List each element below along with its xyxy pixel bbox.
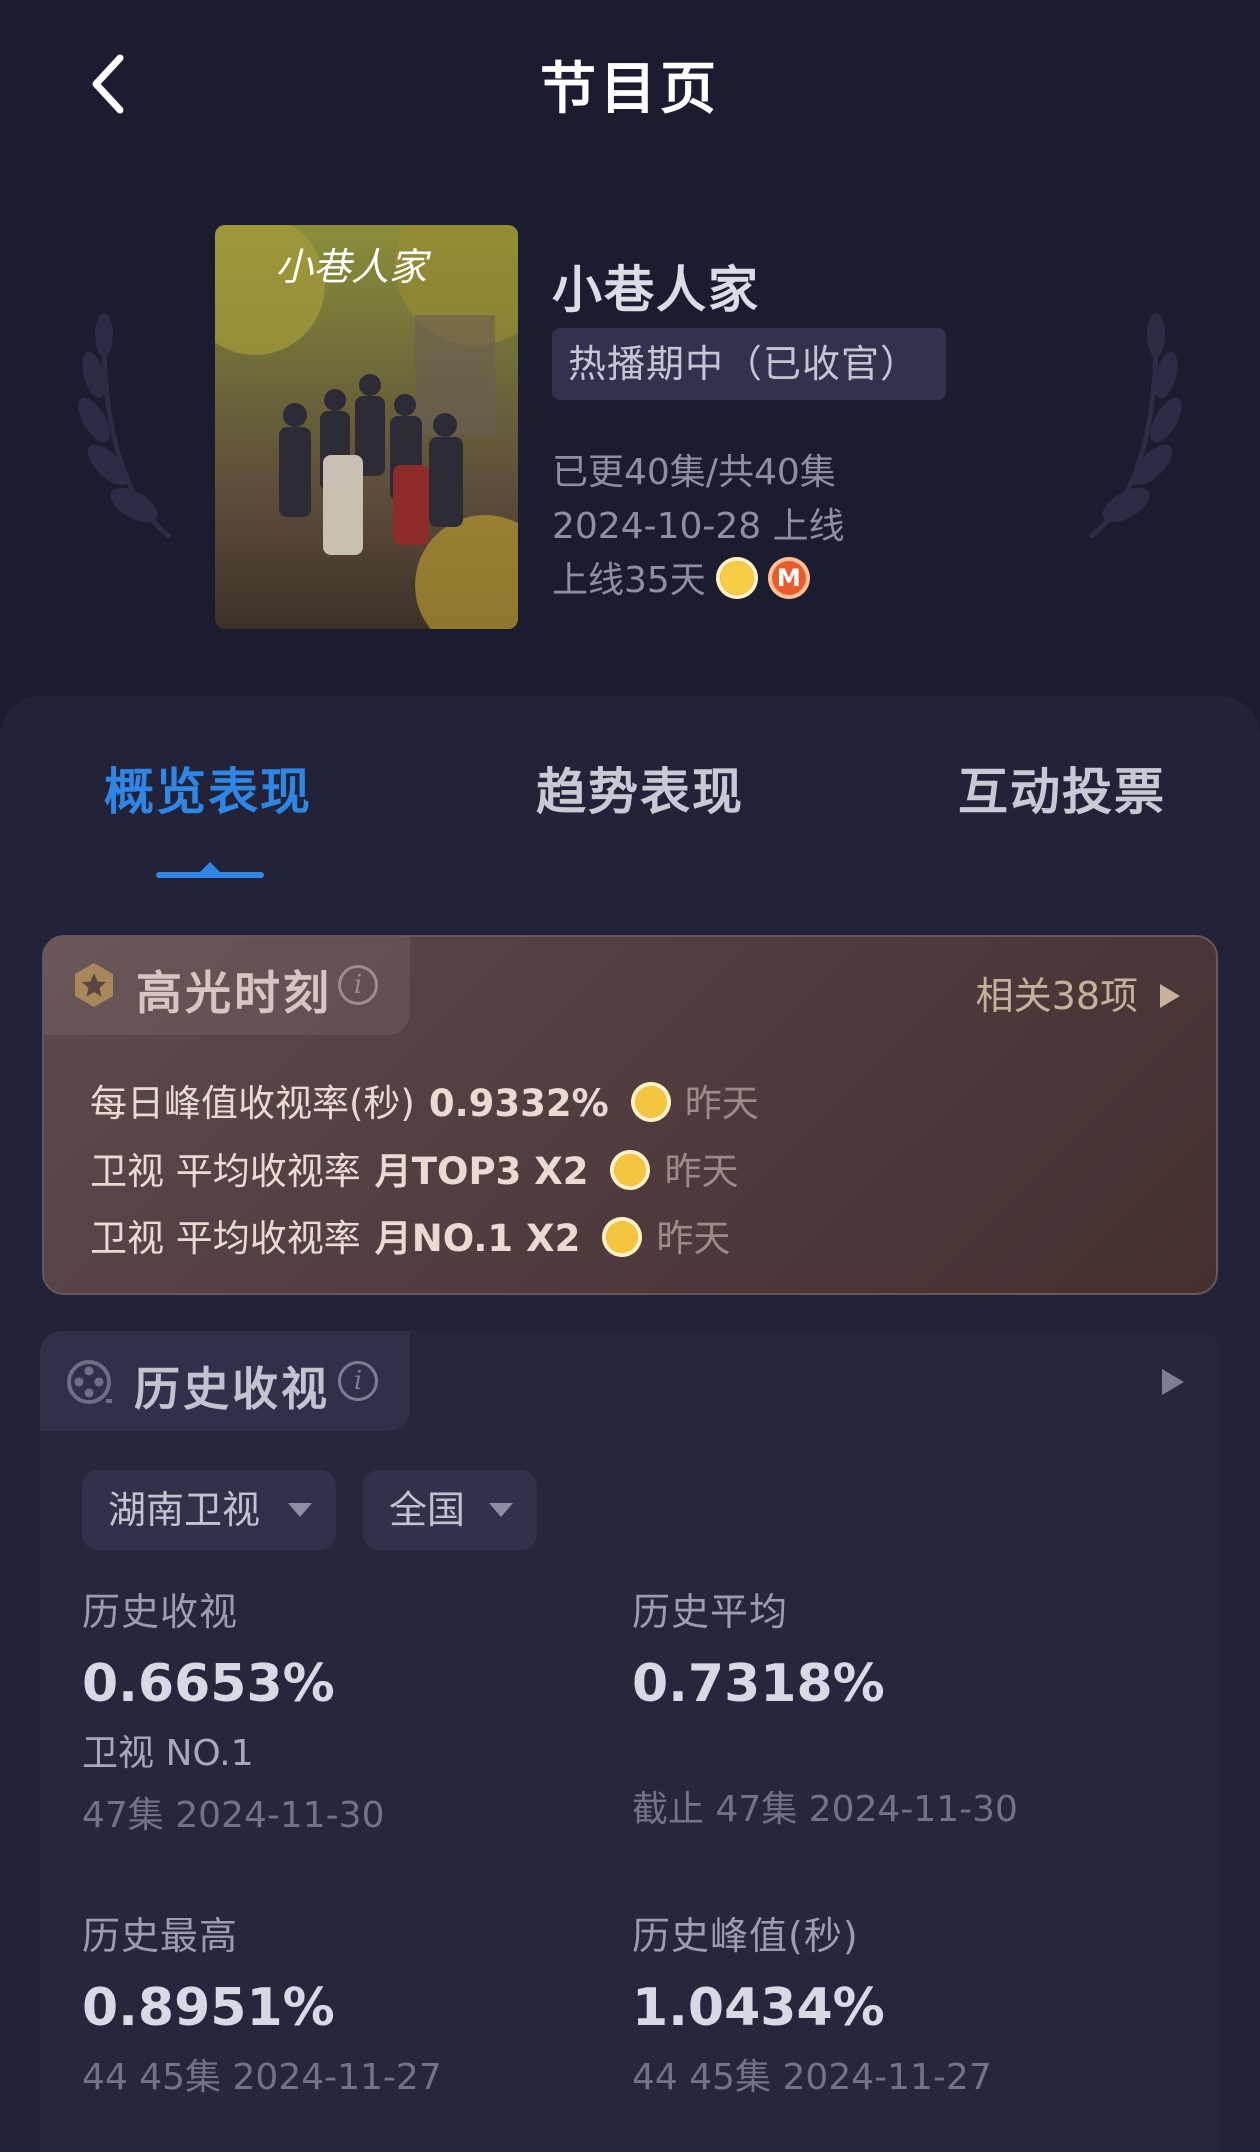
stat-value: 0.7318% — [632, 1654, 885, 1714]
release-date: 2024-10-28 上线 — [552, 506, 845, 547]
highlight-label: 卫视 平均收视率 — [90, 1150, 361, 1193]
show-title: 小巷人家 — [552, 261, 760, 319]
stat-history-highest: 历史最高 0.8951% 44 45集 2024-11-27 — [82, 1905, 442, 2100]
highlight-value: 月NO.1 X2 — [374, 1217, 581, 1260]
history-title: 历史收视 — [134, 1362, 330, 1416]
highlight-card[interactable]: 高光时刻 i 相关38项 每日峰值收视率(秒) 0.9332% 昨天 卫视 平均收视… — [42, 935, 1218, 1295]
days-online-row: 上线35天 M — [552, 551, 810, 603]
highlight-time: 昨天 — [656, 1217, 731, 1260]
star-badge-icon — [75, 963, 113, 1007]
highlight-row: 卫视 平均收视率 月NO.1 X2 昨天 — [90, 1208, 730, 1262]
highlight-row: 每日峰值收视率(秒) 0.9332% 昨天 — [90, 1073, 759, 1127]
history-card: 历史收视 i 湖南卫视 全国 历史收视 0.6653% 卫视 NO.1 47集 … — [40, 1331, 1220, 2152]
stat-sub: 截止 47集 2024-11-30 — [632, 1789, 1018, 1830]
content-panel: 概览表现 趋势表现 互动投票 高光时刻 i 相关38项 每日峰值收视率(秒) 0.… — [0, 696, 1260, 2152]
stat-label: 历史收视 — [82, 1590, 239, 1634]
highlight-time: 昨天 — [684, 1082, 759, 1125]
highlight-header: 高光时刻 i — [44, 937, 410, 1035]
show-hero: 小巷人家 小巷人家 热播期中（已收官） 已更40集/共40集 2024-10-2… — [0, 165, 1260, 695]
related-count: 相关38项 — [975, 974, 1138, 1018]
status-badge: 热播期中（已收官） — [552, 328, 946, 400]
stat-label: 历史平均 — [632, 1590, 789, 1634]
stat-history-peak: 历史峰值(秒) 1.0434% 44 45集 2024-11-27 — [632, 1905, 992, 2100]
highlight-row: 卫视 平均收视率 月TOP3 X2 昨天 — [90, 1141, 738, 1195]
hunan-tv-icon — [602, 1216, 643, 1257]
laurel-left-icon — [78, 313, 172, 539]
stat-history-average: 历史平均 0.7318% 截止 47集 2024-11-30 — [632, 1581, 1018, 1832]
info-icon[interactable]: i — [338, 965, 378, 1005]
stat-label: 历史峰值(秒) — [632, 1914, 859, 1958]
related-link[interactable]: 相关38项 — [976, 965, 1180, 1020]
region-selected: 全国 — [389, 1488, 466, 1532]
info-icon[interactable]: i — [338, 1361, 378, 1401]
stat-history-rating: 历史收视 0.6653% 卫视 NO.1 47集 2024-11-30 — [82, 1581, 384, 1838]
caret-down-icon — [288, 1503, 312, 1517]
stat-sub: 47集 2024-11-30 — [82, 1795, 385, 1836]
poster-title-text: 小巷人家 — [275, 245, 432, 289]
highlight-value: 0.9332% — [428, 1082, 609, 1125]
film-reel-icon — [67, 1360, 112, 1404]
hunan-tv-icon — [630, 1081, 671, 1122]
highlight-time: 昨天 — [664, 1150, 739, 1193]
tab-trend[interactable]: 趋势表现 — [536, 752, 744, 824]
mango-tv-icon: M — [767, 557, 810, 599]
show-poster[interactable]: 小巷人家 — [215, 225, 518, 629]
days-online: 上线35天 — [552, 560, 706, 601]
stat-label: 历史最高 — [82, 1914, 239, 1958]
stat-sub: 44 45集 2024-11-27 — [632, 2057, 992, 2098]
stat-value: 0.8951% — [82, 1978, 335, 2038]
active-tab-indicator — [156, 862, 264, 878]
stat-rank: 卫视 NO.1 — [82, 1733, 254, 1774]
hunan-tv-icon — [715, 557, 758, 599]
stat-sub: 44 45集 2024-11-27 — [82, 2057, 442, 2098]
header: 节目页 — [0, 0, 1260, 165]
play-arrow-icon — [1160, 983, 1180, 1008]
play-arrow-icon[interactable] — [1162, 1369, 1184, 1395]
episode-count: 已更40集/共40集 — [552, 452, 836, 493]
stat-value: 1.0434% — [632, 1978, 885, 2038]
highlight-label: 卫视 平均收视率 — [90, 1217, 361, 1260]
highlight-title: 高光时刻 — [136, 966, 332, 1020]
region-dropdown[interactable]: 全国 — [363, 1470, 537, 1550]
highlight-label: 每日峰值收视率(秒) — [90, 1082, 415, 1125]
tab-vote[interactable]: 互动投票 — [958, 752, 1166, 824]
stat-value: 0.6653% — [82, 1654, 335, 1714]
laurel-right-icon — [1088, 313, 1182, 539]
caret-down-icon — [489, 1503, 513, 1517]
tab-overview[interactable]: 概览表现 — [104, 752, 312, 824]
channel-dropdown[interactable]: 湖南卫视 — [82, 1470, 336, 1550]
hunan-tv-icon — [610, 1149, 651, 1190]
channel-selected: 湖南卫视 — [108, 1488, 261, 1532]
page-title: 节目页 — [540, 57, 720, 122]
history-header: 历史收视 i — [40, 1331, 410, 1431]
highlight-value: 月TOP3 X2 — [374, 1150, 589, 1193]
